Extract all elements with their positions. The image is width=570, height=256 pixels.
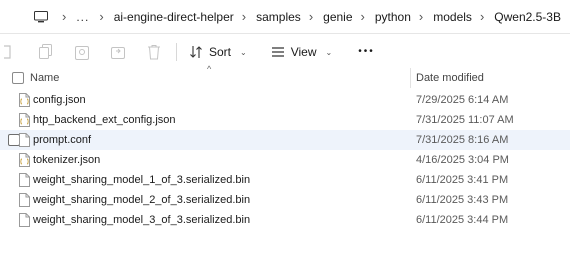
file-date-modified: 7/31/2025 11:07 AM [416, 114, 514, 126]
file-icon [19, 133, 30, 147]
copy-icon[interactable] [38, 44, 54, 60]
chevron-right-icon[interactable]: › [99, 10, 103, 23]
chevron-right-icon[interactable]: › [419, 10, 423, 23]
view-button[interactable]: View ⌄ [271, 45, 333, 59]
sort-icon [190, 46, 202, 58]
chevron-right-icon[interactable]: › [62, 10, 66, 23]
breadcrumb-overflow[interactable]: ... [76, 10, 89, 24]
file-icon [19, 173, 30, 187]
file-row[interactable]: config.json 7/29/2025 6:14 AM [0, 90, 570, 110]
view-label: View [290, 45, 317, 59]
chevron-down-icon: ⌄ [240, 47, 247, 57]
file-name: weight_sharing_model_3_of_3.serialized.b… [33, 214, 251, 226]
file-icon [19, 193, 30, 207]
file-date-modified: 4/16/2025 3:04 PM [416, 154, 509, 166]
file-date-modified: 6/11/2025 3:44 PM [416, 214, 509, 226]
command-bar: Sort ⌄ View ⌄ ••• [0, 34, 570, 70]
chevron-right-icon[interactable]: › [361, 10, 365, 23]
column-header-date-modified[interactable]: Date modified [416, 72, 484, 84]
chevron-right-icon[interactable]: › [242, 10, 246, 23]
file-name: weight_sharing_model_2_of_3.serialized.b… [33, 194, 251, 206]
file-date-modified: 7/31/2025 8:16 AM [416, 134, 509, 146]
delete-icon[interactable] [146, 44, 162, 60]
paste-icon[interactable] [74, 44, 90, 60]
chevron-down-icon: ⌄ [325, 47, 333, 57]
file-row[interactable]: weight_sharing_model_2_of_3.serialized.b… [0, 190, 570, 210]
file-json-icon [19, 153, 30, 167]
file-row[interactable]: weight_sharing_model_1_of_3.serialized.b… [0, 170, 570, 190]
sort-ascending-icon: ^ [207, 64, 212, 74]
file-date-modified: 7/29/2025 6:14 AM [416, 94, 509, 106]
column-resize-handle[interactable] [410, 68, 411, 88]
breadcrumb-item-qwen[interactable]: Qwen2.5-3B [494, 10, 561, 24]
column-header-name[interactable]: Name [30, 72, 59, 84]
file-name: weight_sharing_model_1_of_3.serialized.b… [33, 174, 251, 186]
share-icon[interactable] [110, 44, 126, 60]
breadcrumb-item-ai-engine-direct-helper[interactable]: ai-engine-direct-helper [114, 10, 234, 24]
file-name: htp_backend_ext_config.json [33, 114, 176, 126]
file-row[interactable]: prompt.conf 7/31/2025 8:16 AM [0, 130, 570, 150]
breadcrumb-item-samples[interactable]: samples [256, 10, 301, 24]
cut-icon[interactable] [0, 44, 16, 60]
address-bar[interactable]: › ... › ai-engine-direct-helper › sample… [0, 0, 570, 34]
breadcrumb-item-models[interactable]: models [433, 10, 472, 24]
file-list: config.json 7/29/2025 6:14 AM htp_backend_… [0, 90, 570, 230]
sort-label: Sort [209, 45, 232, 59]
more-options-button[interactable]: ••• [358, 47, 375, 57]
column-header-row: ^ Name Date modified [0, 64, 570, 88]
file-name: prompt.conf [33, 134, 92, 146]
file-json-icon [19, 113, 30, 127]
toolbar-divider [176, 43, 177, 61]
file-date-modified: 6/11/2025 3:41 PM [416, 174, 509, 186]
select-all-checkbox[interactable] [12, 72, 24, 84]
file-icon [19, 213, 30, 227]
file-name: tokenizer.json [33, 154, 101, 166]
file-date-modified: 6/11/2025 3:43 PM [416, 194, 509, 206]
file-row[interactable]: weight_sharing_model_3_of_3.serialized.b… [0, 210, 570, 230]
breadcrumb-item-genie[interactable]: genie [323, 10, 352, 24]
breadcrumb-item-python[interactable]: python [375, 10, 411, 24]
chevron-right-icon[interactable]: › [309, 10, 313, 23]
chevron-right-icon[interactable]: › [480, 10, 484, 23]
file-json-icon [19, 93, 30, 107]
this-pc-icon[interactable] [33, 10, 48, 23]
file-row[interactable]: htp_backend_ext_config.json 7/31/2025 11:… [0, 110, 570, 130]
view-icon [271, 47, 284, 57]
file-name: config.json [33, 94, 86, 106]
file-row[interactable]: tokenizer.json 4/16/2025 3:04 PM [0, 150, 570, 170]
sort-button[interactable]: Sort ⌄ [189, 45, 247, 59]
